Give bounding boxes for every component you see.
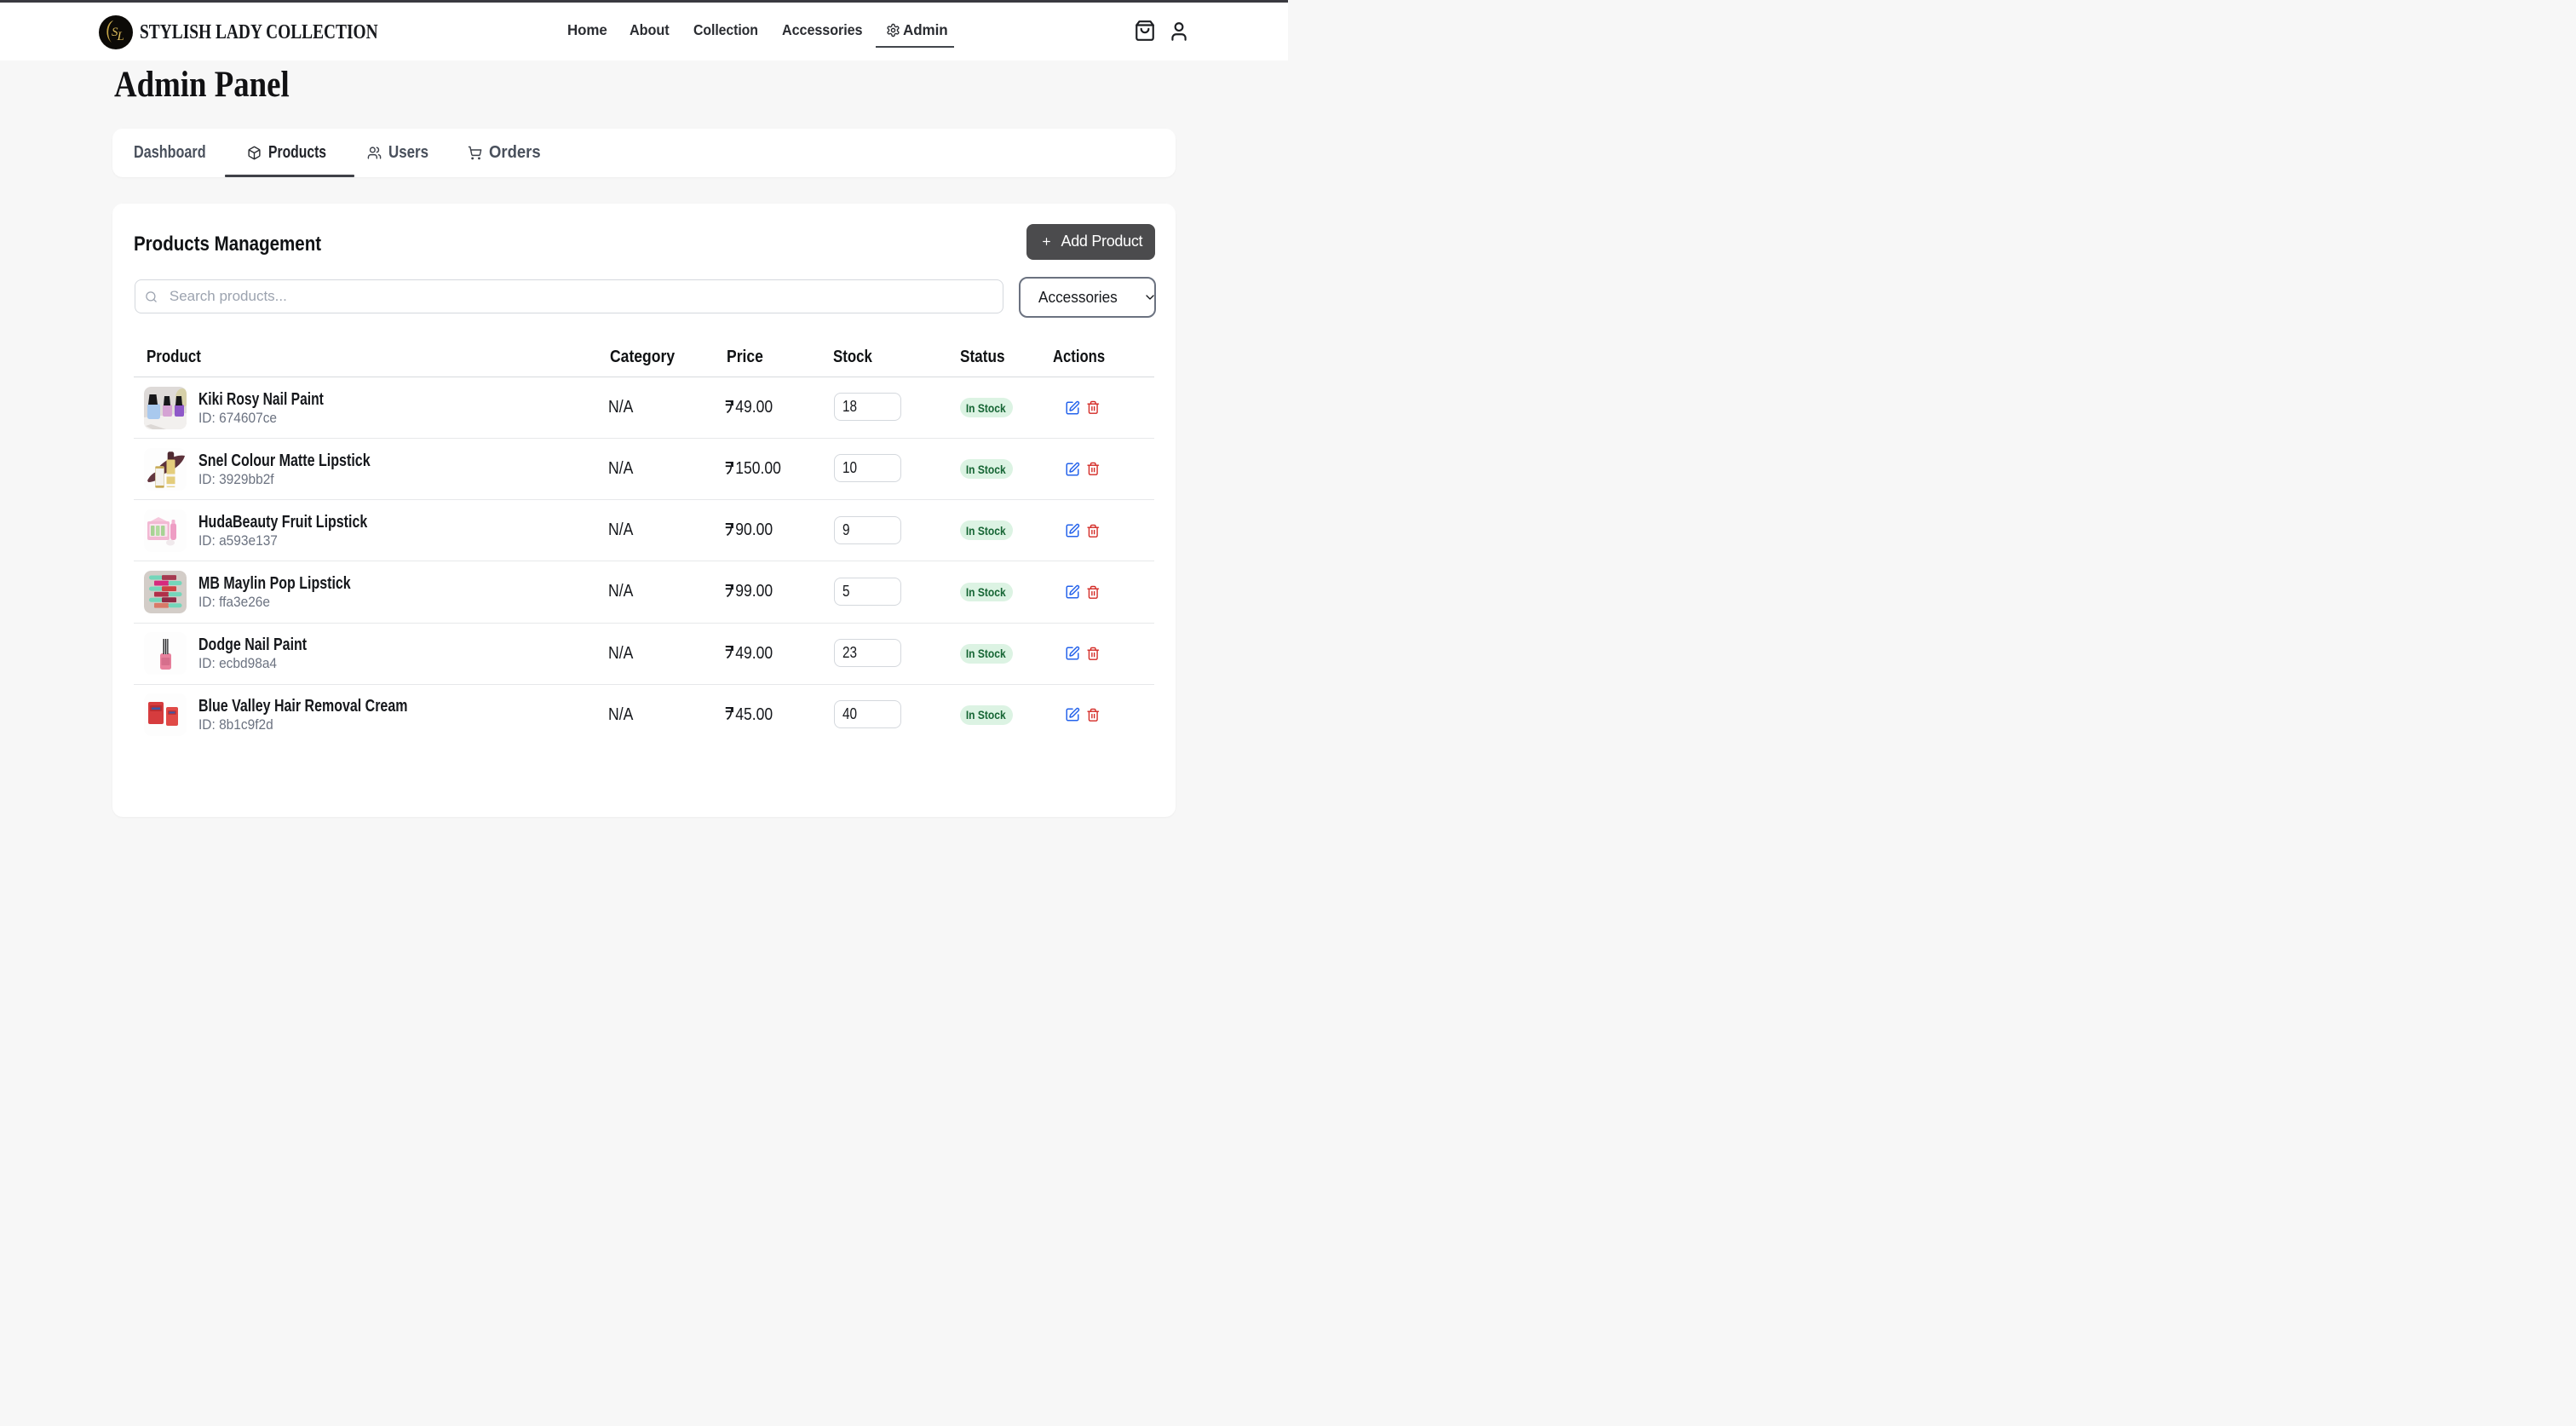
svg-text:L: L <box>117 30 124 43</box>
